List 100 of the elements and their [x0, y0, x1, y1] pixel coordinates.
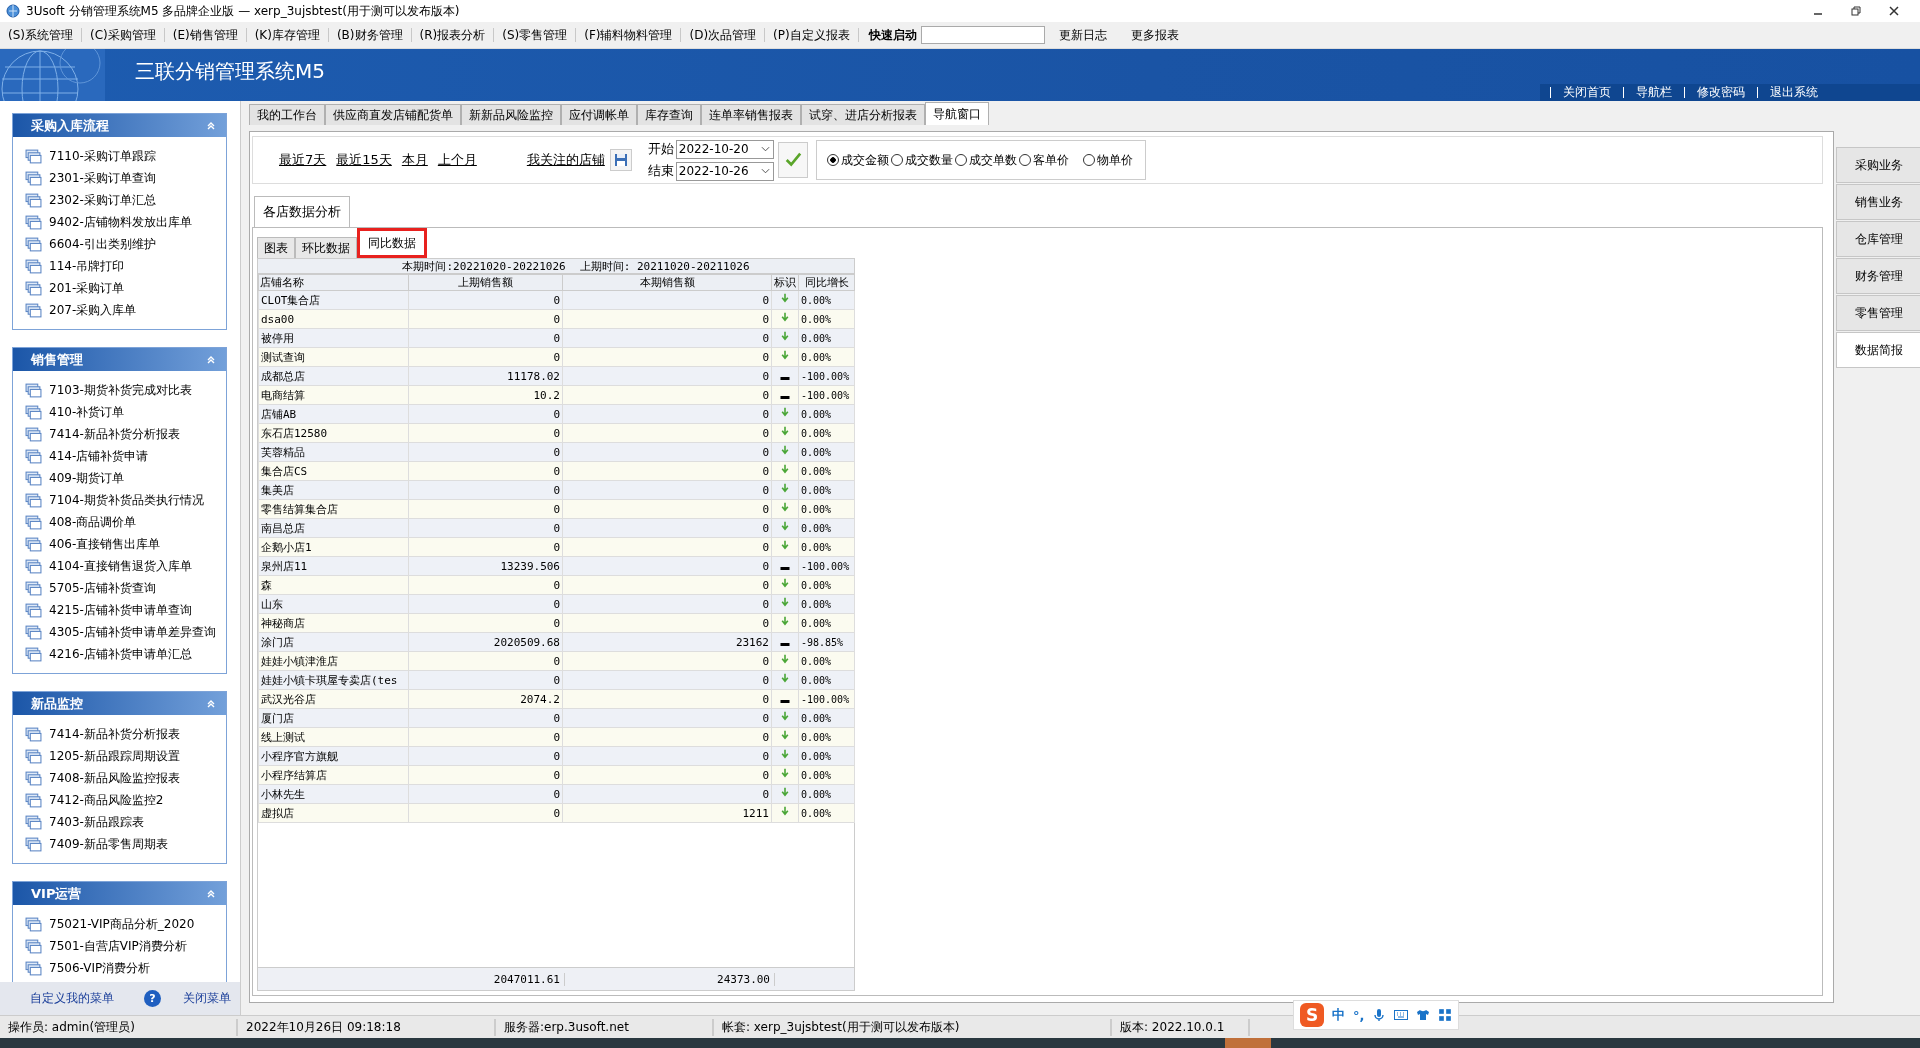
- end-date-dropdown[interactable]: 2022-10-26: [675, 161, 774, 181]
- panel-title[interactable]: VIP运营: [31, 884, 82, 903]
- menu-entry[interactable]: 201-采购订单: [49, 279, 125, 297]
- menu-entry[interactable]: 2301-采购订单查询: [49, 169, 156, 187]
- collapse-icon[interactable]: [206, 698, 216, 709]
- custom-menu-link[interactable]: 自定义我的菜单: [30, 990, 114, 1007]
- menu-item[interactable]: (B)财务管理: [332, 26, 407, 44]
- radio-label[interactable]: 成交单数: [968, 151, 1017, 169]
- menu-entry[interactable]: 7506-VIP消费分析: [49, 959, 151, 977]
- menu-entry[interactable]: 7110-采购订单跟踪: [49, 147, 156, 165]
- collapse-icon[interactable]: [206, 888, 216, 899]
- column-header[interactable]: 上期销售额: [408, 274, 563, 291]
- radio-button[interactable]: [890, 154, 903, 166]
- menu-entry[interactable]: 7103-期货补货完成对比表: [49, 381, 192, 399]
- nav-button[interactable]: 销售业务: [1836, 184, 1920, 220]
- column-header[interactable]: 同比增长: [798, 274, 855, 291]
- menu-item[interactable]: (P)自定义报表: [769, 26, 854, 44]
- collapse-icon[interactable]: [206, 120, 216, 131]
- menu-item[interactable]: (F)辅料物料管理: [580, 26, 677, 44]
- tab[interactable]: 供应商直发店铺配货单: [325, 104, 461, 125]
- date-range-link[interactable]: 本月: [401, 151, 428, 169]
- menu-item[interactable]: (R)报表分析: [415, 26, 490, 44]
- close-icon[interactable]: [1888, 5, 1900, 17]
- header-link[interactable]: 修改密码: [1684, 87, 1757, 98]
- menu-entry[interactable]: 408-商品调价单: [49, 513, 137, 531]
- radio-label[interactable]: 客单价: [1032, 151, 1069, 169]
- subtab[interactable]: 同比数据: [357, 228, 427, 258]
- menu-item[interactable]: (S)系统管理: [4, 26, 77, 44]
- close-menu-link[interactable]: 关闭菜单: [183, 990, 231, 1007]
- menu-entry[interactable]: 6604-引出类别维护: [49, 235, 156, 253]
- keyboard-icon[interactable]: [1394, 1008, 1409, 1022]
- microphone-icon[interactable]: [1372, 1008, 1387, 1022]
- nav-button[interactable]: 采购业务: [1836, 147, 1920, 183]
- punctuation-toggle[interactable]: °,: [1353, 1007, 1365, 1023]
- menu-entry[interactable]: 7403-新品跟踪表: [49, 813, 144, 831]
- nav-button[interactable]: 零售管理: [1836, 295, 1920, 331]
- date-range-link[interactable]: 上个月: [437, 151, 477, 169]
- tab[interactable]: 新新品风险监控: [461, 104, 561, 125]
- radio-label[interactable]: 成交数量: [904, 151, 953, 169]
- menu-entry[interactable]: 4305-店铺补货申请单差异查询: [49, 623, 216, 641]
- tab[interactable]: 试穿、进店分析报表: [801, 104, 925, 125]
- menu-entry[interactable]: 7414-新品补货分析报表: [49, 425, 180, 443]
- menu-item[interactable]: (D)次品管理: [685, 26, 761, 44]
- panel-title[interactable]: 新品监控: [31, 694, 83, 713]
- panel-title[interactable]: 销售管理: [31, 350, 83, 369]
- tab[interactable]: 应付调帐单: [561, 104, 637, 125]
- grid-icon[interactable]: [1438, 1008, 1453, 1022]
- favorite-stores-link[interactable]: 我关注的店铺: [526, 151, 605, 169]
- menu-entry[interactable]: 7104-期货补货品类执行情况: [49, 491, 204, 509]
- tab[interactable]: 连单率销售报表: [701, 104, 801, 125]
- radio-button[interactable]: [1082, 154, 1095, 166]
- help-icon[interactable]: ?: [144, 990, 161, 1007]
- column-header[interactable]: 标识: [771, 274, 799, 291]
- menu-item[interactable]: (E)销售管理: [168, 26, 242, 44]
- radio-label[interactable]: 成交金额: [840, 151, 889, 169]
- menu-entry[interactable]: 414-店铺补货申请: [49, 447, 149, 465]
- collapse-icon[interactable]: [206, 354, 216, 365]
- nav-button[interactable]: 财务管理: [1836, 258, 1920, 294]
- menu-entry[interactable]: 7408-新品风险监控报表: [49, 769, 180, 787]
- column-header[interactable]: 店铺名称: [258, 274, 409, 291]
- nav-button[interactable]: 数据简报: [1836, 332, 1920, 368]
- menu-entry[interactable]: 4104-直接销售退货入库单: [49, 557, 192, 575]
- menu-entry[interactable]: 207-采购入库单: [49, 301, 137, 319]
- header-link[interactable]: 关闭首页: [1550, 87, 1623, 98]
- menu-entry[interactable]: 406-直接销售出库单: [49, 535, 161, 553]
- header-link[interactable]: 导航栏: [1623, 87, 1684, 98]
- menu-link[interactable]: 更新日志: [1054, 26, 1111, 44]
- menu-entry[interactable]: 7409-新品零售周期表: [49, 835, 168, 853]
- subtab[interactable]: 环比数据: [295, 237, 357, 258]
- restore-icon[interactable]: [1850, 5, 1862, 17]
- header-link[interactable]: 退出系统: [1757, 87, 1830, 98]
- menu-item[interactable]: (K)库存管理: [250, 26, 324, 44]
- menu-entry[interactable]: 5705-店铺补货查询: [49, 579, 156, 597]
- subtab[interactable]: 图表: [257, 237, 295, 258]
- menu-item[interactable]: (C)采购管理: [86, 26, 160, 44]
- menu-entry[interactable]: 4216-店铺补货申请单汇总: [49, 645, 192, 663]
- menu-entry[interactable]: 114-吊牌打印: [49, 257, 125, 275]
- menu-entry[interactable]: 9402-店铺物料发放出库单: [49, 213, 192, 231]
- menu-link[interactable]: 更多报表: [1126, 26, 1183, 44]
- menu-entry[interactable]: 75021-VIP商品分析_2020: [49, 915, 195, 933]
- menu-item[interactable]: (S)零售管理: [498, 26, 572, 44]
- menu-entry[interactable]: 409-期货订单: [49, 469, 125, 487]
- menu-entry[interactable]: 4215-店铺补货申请单查询: [49, 601, 192, 619]
- panel-title[interactable]: 采购入库流程: [31, 116, 109, 135]
- menu-entry[interactable]: 410-补货订单: [49, 403, 125, 421]
- tab[interactable]: 导航窗口: [925, 102, 989, 125]
- radio-label[interactable]: 物单价: [1096, 151, 1133, 169]
- menu-entry[interactable]: 7501-自营店VIP消费分析: [49, 937, 187, 955]
- start-date-dropdown[interactable]: 2022-10-20: [675, 139, 774, 159]
- date-range-link[interactable]: 最近7天: [279, 151, 327, 169]
- menu-entry[interactable]: 7414-新品补货分析报表: [49, 725, 180, 743]
- radio-button[interactable]: [826, 154, 839, 166]
- radio-button[interactable]: [954, 154, 967, 166]
- save-icon[interactable]: [609, 149, 632, 171]
- shirt-icon[interactable]: [1416, 1008, 1431, 1022]
- date-range-link[interactable]: 最近15天: [336, 151, 392, 169]
- tab[interactable]: 库存查询: [637, 104, 701, 125]
- column-header[interactable]: 本期销售额: [562, 274, 772, 291]
- menu-entry[interactable]: 7412-商品风险监控2: [49, 791, 164, 809]
- menu-entry[interactable]: 2302-采购订单汇总: [49, 191, 156, 209]
